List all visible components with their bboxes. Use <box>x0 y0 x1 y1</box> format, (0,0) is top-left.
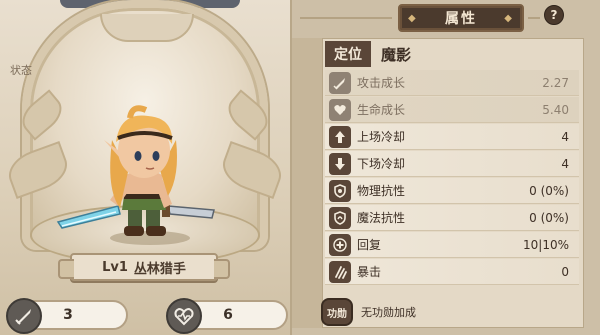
attribute-name: 魔法抗性 <box>357 211 406 225</box>
attribute-row-physical-resist: 物理抗性 0 (0%) <box>325 178 579 204</box>
merit-row: 功勋 无功勋加成 <box>321 297 583 327</box>
sword-icon <box>6 298 42 334</box>
hero-portrait-panel: 状态 Lv1 丛林猎手 3 6 <box>0 0 290 335</box>
health-value: 6 <box>223 307 233 323</box>
arrow-up-icon <box>329 125 351 148</box>
header-divider-right <box>528 17 540 19</box>
side-strip <box>292 38 322 328</box>
attribute-name: 上场冷却 <box>357 130 406 144</box>
arrow-down-icon <box>329 152 351 175</box>
attribute-value: 10|10% <box>523 237 569 252</box>
attribute-value: 0 (0%) <box>529 183 569 198</box>
attributes-content: 定位 魔影 攻击成长 2.27 生命成长 5.40 上场冷却 4 下场冷却 4 … <box>321 38 584 328</box>
attribute-name: 生命成长 <box>357 103 406 117</box>
health-growth-icon <box>329 98 351 121</box>
attribute-row-magic-resist: 魔法抗性 0 (0%) <box>325 205 579 231</box>
heart-icon <box>166 298 202 334</box>
position-value: 魔影 <box>381 45 412 64</box>
header-title: 属性 <box>445 11 477 27</box>
header-divider-left <box>300 17 392 19</box>
attributes-panel: ◆ 属性 ◆ ? 定位 魔影 攻击成长 2.27 生命成长 5.40 上场冷却 … <box>290 0 600 335</box>
attribute-row-enter-cooldown: 上场冷却 4 <box>325 124 579 150</box>
ornament-icon: ◆ <box>408 13 418 24</box>
attribute-name: 下场冷却 <box>357 157 406 171</box>
attribute-name: 攻击成长 <box>357 76 406 90</box>
hero-name-banner: Lv1 丛林猎手 <box>58 253 230 281</box>
attribute-name: 回复 <box>357 238 382 252</box>
attack-growth-icon <box>329 71 351 94</box>
attribute-row-attack-growth: 攻击成长 2.27 <box>325 70 579 96</box>
hero-name: 丛林猎手 <box>133 261 186 277</box>
health-stat: 6 <box>166 298 288 334</box>
merit-text: 无功勋加成 <box>361 306 416 319</box>
attribute-name: 物理抗性 <box>357 184 406 198</box>
attack-stat: 3 <box>6 298 128 334</box>
hero-level: Lv1 <box>102 259 128 275</box>
attribute-row-exit-cooldown: 下场冷却 4 <box>325 151 579 177</box>
attribute-row-regen: 回复 10|10% <box>325 232 579 258</box>
attribute-name: 暴击 <box>357 265 382 279</box>
merit-badge: 功勋 <box>321 298 353 326</box>
position-row: 定位 魔影 <box>323 39 583 69</box>
position-label: 定位 <box>325 41 371 67</box>
ornament-icon: ◆ <box>504 13 514 24</box>
attribute-value: 0 <box>561 264 569 279</box>
attribute-value: 4 <box>561 129 569 144</box>
crit-claw-icon <box>329 260 351 283</box>
hero-character-image[interactable] <box>0 0 290 335</box>
attack-value: 3 <box>63 307 73 323</box>
magic-shield-icon <box>329 206 351 229</box>
help-button[interactable]: ? <box>544 5 564 25</box>
attributes-header-tab[interactable]: ◆ 属性 ◆ <box>398 4 524 32</box>
attribute-value: 5.40 <box>542 102 569 117</box>
attribute-row-health-growth: 生命成长 5.40 <box>325 97 579 123</box>
plus-icon <box>329 233 351 256</box>
attribute-value: 4 <box>561 156 569 171</box>
shield-icon <box>329 179 351 202</box>
attribute-value: 0 (0%) <box>529 210 569 225</box>
attribute-row-crit: 暴击 0 <box>325 259 579 285</box>
attribute-value: 2.27 <box>542 75 569 90</box>
